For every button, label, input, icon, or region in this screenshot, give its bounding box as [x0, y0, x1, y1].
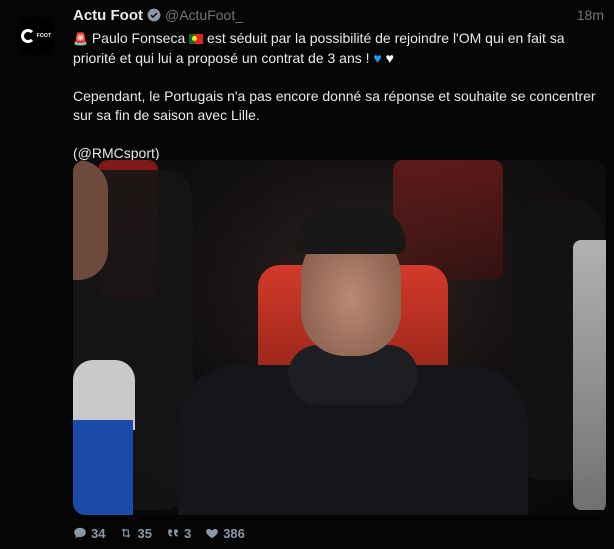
- para1-pre: Paulo Fonseca: [91, 30, 186, 46]
- verified-badge-icon: [147, 8, 161, 22]
- paragraph-2: Cependant, le Portugais n'a pas encore d…: [73, 88, 596, 123]
- background-jersey: [73, 420, 133, 515]
- background-person-head: [73, 160, 108, 280]
- background-seat: [393, 160, 503, 280]
- reply-count: 34: [91, 525, 106, 541]
- avatar[interactable]: FOOT: [16, 16, 56, 56]
- quote-icon: [168, 529, 178, 537]
- tweet-photo[interactable]: [73, 160, 606, 515]
- logo-ring: [20, 29, 35, 43]
- heart-icon: [206, 528, 219, 539]
- author-handle[interactable]: @ActuFoot_: [165, 7, 243, 23]
- author-name[interactable]: Actu Foot: [73, 7, 143, 24]
- tweet-header: Actu Foot @ActuFoot_ 18m: [73, 5, 604, 25]
- quote-count: 3: [183, 525, 192, 541]
- quote-button[interactable]: 3: [166, 526, 191, 541]
- blue-heart-emoji: ♥: [373, 50, 382, 66]
- background-seat: [573, 240, 606, 510]
- like-button[interactable]: 386: [205, 526, 245, 541]
- reply-button[interactable]: 34: [73, 526, 105, 541]
- like-count: 386: [223, 525, 245, 541]
- retweet-icon: [121, 528, 132, 538]
- white-heart-emoji: ♥: [385, 50, 394, 66]
- avatar-text: FOOT: [36, 33, 52, 39]
- source-link[interactable]: (@RMCsport): [73, 145, 160, 161]
- person-hair: [296, 204, 406, 254]
- tweet[interactable]: FOOT Actu Foot @ActuFoot_ 18m 🚨 Paulo Fo…: [0, 0, 614, 549]
- retweet-count: 35: [137, 525, 152, 541]
- retweet-button[interactable]: 35: [119, 525, 152, 541]
- siren-emoji: 🚨: [73, 32, 88, 46]
- tweet-actions: 34 35 3 386: [73, 523, 245, 543]
- paragraph-1: 🚨 Paulo Fonseca est séduit par la possib…: [73, 29, 601, 68]
- timestamp[interactable]: 18m: [577, 7, 604, 23]
- portugal-flag-emoji: [189, 34, 204, 44]
- reply-icon: [74, 527, 86, 539]
